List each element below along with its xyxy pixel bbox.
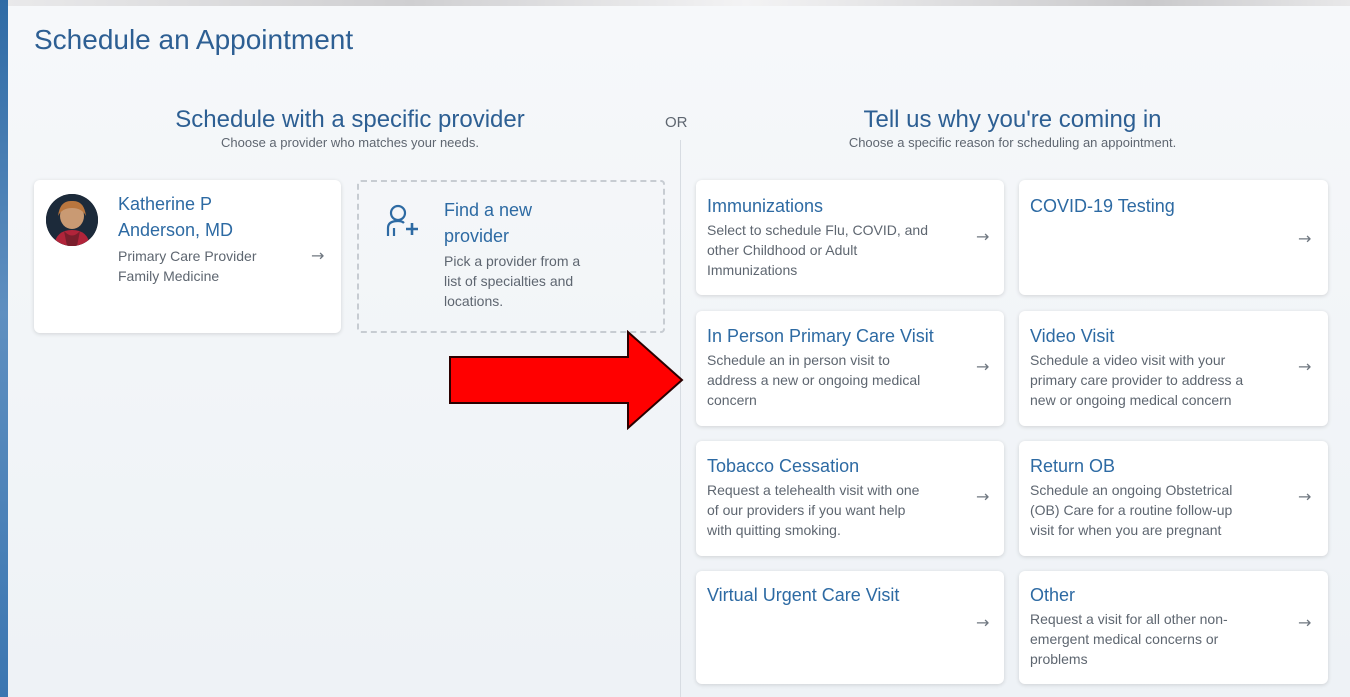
reason-title: COVID-19 Testing xyxy=(1030,196,1175,216)
find-provider-card[interactable]: Find a new provider Pick a provider from… xyxy=(357,180,665,333)
reason-card-return-ob[interactable]: Return OB Schedule an ongoing Obstetrica… xyxy=(1019,441,1328,556)
reason-desc-line: address a new or ongoing medical xyxy=(707,372,921,388)
reason-card-covid-testing[interactable]: COVID-19 Testing → xyxy=(1019,180,1328,295)
provider-name-line2: Anderson, MD xyxy=(118,220,234,240)
reason-desc-line: emergent medical concerns or xyxy=(1030,631,1219,647)
reason-section-header: Tell us why you're coming in Choose a sp… xyxy=(800,106,1225,151)
reason-desc-line: Schedule an in person visit to xyxy=(707,352,890,368)
reason-card-tobacco-cessation[interactable]: Tobacco Cessation Request a telehealth v… xyxy=(696,441,1004,556)
provider-card[interactable]: Katherine P Anderson, MD Primary Care Pr… xyxy=(34,180,341,333)
right-arrow-icon: → xyxy=(1298,229,1312,248)
reason-card-video-visit[interactable]: Video Visit Schedule a video visit with … xyxy=(1019,311,1328,426)
reason-title: Immunizations xyxy=(707,196,824,216)
reason-desc-line: (OB) Care for a routine follow-up xyxy=(1030,502,1233,518)
reason-title: Video Visit xyxy=(1030,326,1115,346)
or-label: OR xyxy=(665,114,688,131)
reason-desc-line: with quitting smoking. xyxy=(707,522,841,538)
right-arrow-icon: → xyxy=(1298,613,1312,632)
reason-section-heading: Tell us why you're coming in xyxy=(863,106,1162,133)
provider-specialty: Family Medicine xyxy=(118,268,220,284)
provider-section-header: Schedule with a specific provider Choose… xyxy=(150,106,550,151)
reason-card-immunizations[interactable]: Immunizations Select to schedule Flu, CO… xyxy=(696,180,1004,295)
reason-desc-line: Schedule an ongoing Obstetrical xyxy=(1030,482,1233,498)
reason-desc-line: Request a telehealth visit with one xyxy=(707,482,920,498)
provider-name-line1: Katherine P xyxy=(118,194,213,214)
provider-role: Primary Care Provider xyxy=(118,248,257,264)
find-provider-desc-line3: locations. xyxy=(444,293,504,309)
right-arrow-icon: → xyxy=(976,227,990,246)
reason-title: In Person Primary Care Visit xyxy=(707,326,934,346)
right-arrow-icon: → xyxy=(976,487,990,506)
left-edge-strip xyxy=(0,0,8,697)
provider-section-heading: Schedule with a specific provider xyxy=(175,106,525,133)
right-arrow-icon: → xyxy=(311,246,325,265)
reason-desc-line: visit for when you are pregnant xyxy=(1030,522,1222,538)
reason-desc-line: Select to schedule Flu, COVID, and xyxy=(707,222,928,238)
find-provider-title-line1: Find a new xyxy=(444,200,533,220)
reason-title: Virtual Urgent Care Visit xyxy=(707,585,900,605)
reason-desc-line: of our providers if you want help xyxy=(707,502,906,518)
reason-desc-line: Request a visit for all other non- xyxy=(1030,611,1228,627)
reason-desc-line: problems xyxy=(1030,651,1088,667)
reason-desc-line: Immunizations xyxy=(707,262,798,278)
reason-desc-line: primary care provider to address a xyxy=(1030,372,1244,388)
reason-section-subheading: Choose a specific reason for scheduling … xyxy=(848,135,1177,150)
provider-photo xyxy=(46,194,98,246)
provider-avatar xyxy=(46,194,98,246)
right-arrow-icon: → xyxy=(976,357,990,376)
reason-title: Return OB xyxy=(1030,456,1116,476)
right-arrow-icon: → xyxy=(976,613,990,632)
reason-card-other[interactable]: Other Request a visit for all other non-… xyxy=(1019,571,1328,684)
find-provider-desc-line2: list of specialties and xyxy=(444,273,574,289)
reason-title: Tobacco Cessation xyxy=(707,456,860,476)
right-arrow-icon: → xyxy=(1298,487,1312,506)
reason-desc-line: concern xyxy=(707,392,757,408)
find-provider-title-line2: provider xyxy=(444,226,510,246)
red-highlight-arrow xyxy=(449,330,684,430)
right-arrow-icon: → xyxy=(1298,357,1312,376)
page-title: Schedule an Appointment xyxy=(34,24,354,55)
person-plus-icon xyxy=(385,202,421,249)
reason-card-virtual-urgent-care[interactable]: Virtual Urgent Care Visit → xyxy=(696,571,1004,684)
reason-desc-line: new or ongoing medical concern xyxy=(1030,392,1232,408)
provider-section-subheading: Choose a provider who matches your needs… xyxy=(221,135,479,150)
reason-title: Other xyxy=(1030,585,1076,605)
reason-desc-line: other Childhood or Adult xyxy=(707,242,858,258)
reason-card-in-person-primary-care[interactable]: In Person Primary Care Visit Schedule an… xyxy=(696,311,1004,426)
find-provider-desc-line1: Pick a provider from a xyxy=(444,253,581,269)
reason-desc-line: Schedule a video visit with your xyxy=(1030,352,1226,368)
